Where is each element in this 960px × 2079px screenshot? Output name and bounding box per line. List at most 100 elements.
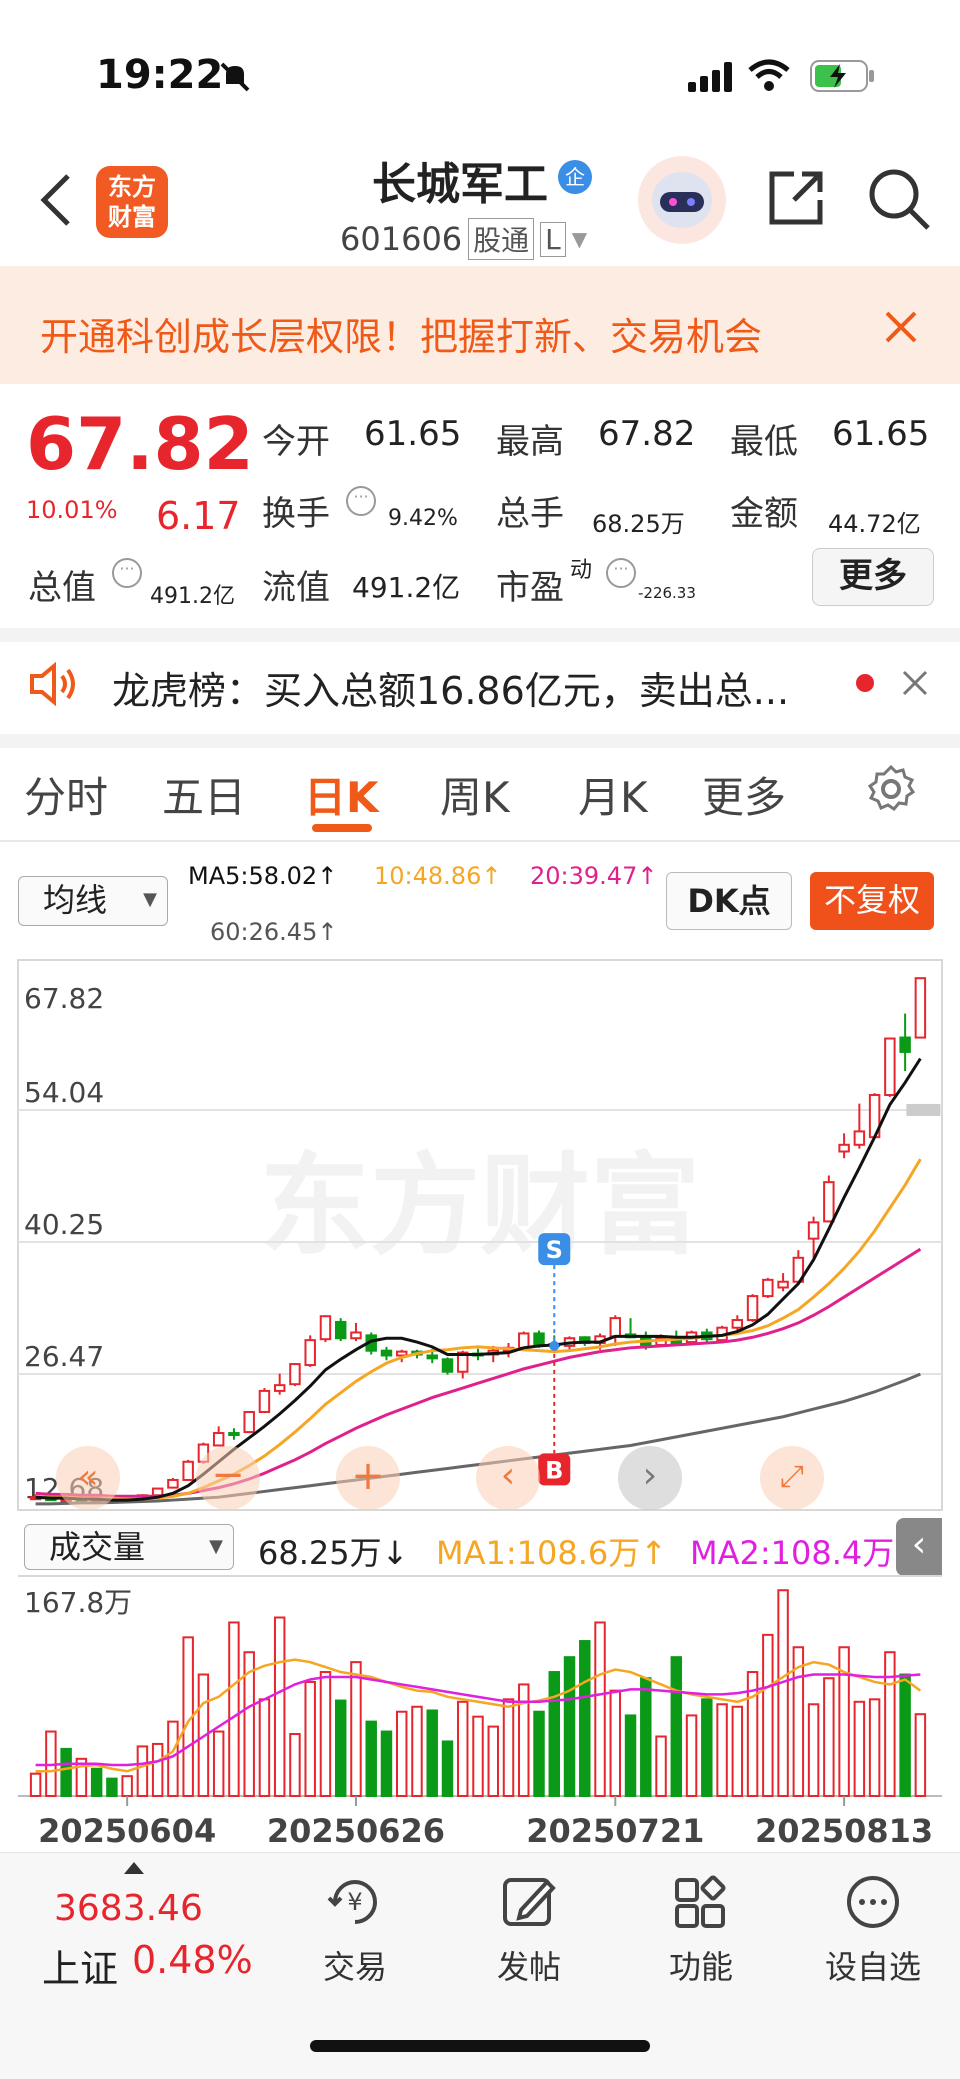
turnover-label: 换手: [262, 494, 330, 534]
more-quote-button[interactable]: 更多: [812, 548, 934, 606]
candle-body: [838, 1143, 850, 1153]
candle-body: [212, 1432, 225, 1447]
tab-weekly-k[interactable]: 周K: [440, 764, 510, 825]
zoom-out-button[interactable]: −: [196, 1446, 260, 1510]
turnover-info-icon[interactable]: ···: [346, 486, 376, 516]
index-up-arrow: [124, 1862, 144, 1874]
high-label: 最高: [496, 422, 564, 462]
volume-bar: [289, 1733, 301, 1797]
candle-body: [609, 1317, 622, 1338]
share-icon[interactable]: [764, 166, 828, 234]
tab-monthly-k[interactable]: 月K: [578, 764, 648, 825]
volume-bar: [29, 1772, 42, 1798]
volume-bar: [640, 1677, 652, 1797]
candle-body: [807, 1221, 820, 1240]
grid-icon: [675, 1875, 726, 1928]
zoom-in-button[interactable]: +: [336, 1446, 400, 1510]
dk-point-button[interactable]: DK点: [666, 872, 792, 930]
pe-info-icon[interactable]: ···: [606, 558, 636, 588]
candle-body: [273, 1384, 286, 1392]
ma5-legend: MA5:58.02↑: [188, 862, 338, 890]
indicator-select[interactable]: 均线 ▼: [18, 876, 168, 926]
nav-trade[interactable]: ¥ 交易: [290, 1872, 420, 1988]
tab-five-day[interactable]: 五日: [162, 764, 246, 825]
date-label: 20250813: [755, 1812, 933, 1850]
stock-code-line: 601606 股通 L ▼: [340, 218, 588, 260]
trade-icon: ¥: [327, 1880, 377, 1924]
app-logo[interactable]: 东方 财富: [96, 166, 168, 238]
volume-bar: [548, 1671, 560, 1797]
candle-body: [823, 1181, 835, 1223]
volume-bar: [380, 1730, 393, 1797]
nav-add-watchlist[interactable]: 设自选: [808, 1872, 938, 1988]
move-right-button[interactable]: ›: [618, 1446, 682, 1510]
fullscreen-button[interactable]: ⤢: [760, 1446, 824, 1510]
tab-intraday[interactable]: 分时: [24, 764, 108, 825]
market-cap-info-icon[interactable]: ···: [112, 558, 142, 588]
volume-bar: [304, 1680, 316, 1797]
stock-code: 601606: [340, 220, 463, 258]
volume-bar: [502, 1698, 515, 1797]
listing-tag: L: [540, 221, 566, 257]
open-value: 61.65: [364, 414, 462, 454]
volume-bar: [319, 1671, 332, 1797]
candle-body: [914, 977, 927, 1039]
close-banner-icon[interactable]: [884, 310, 918, 348]
index-value[interactable]: 3683.46: [54, 1888, 203, 1929]
nav-post[interactable]: 发帖: [464, 1872, 594, 1988]
enterprise-badge: 企: [558, 160, 592, 194]
collapse-panel-button[interactable]: ‹: [896, 1518, 942, 1576]
settings-gear-icon[interactable]: [866, 764, 916, 818]
mute-icon: [218, 60, 252, 98]
candle-body: [518, 1332, 530, 1349]
price-tick-label: 26.47: [24, 1340, 104, 1373]
low-value: 61.65: [832, 414, 930, 454]
pe-label: 市盈: [496, 568, 564, 608]
index-name[interactable]: 上证: [42, 1938, 118, 1993]
volume-bar: [807, 1703, 820, 1798]
volume-bar: [914, 1713, 927, 1798]
volume-bar: [563, 1656, 576, 1797]
close-notice-icon[interactable]: [902, 670, 928, 700]
unread-dot: [856, 674, 874, 692]
dragon-tiger-text[interactable]: 龙虎榜：买入总额16.86亿元，卖出总...: [112, 660, 789, 715]
volume-bar: [899, 1673, 911, 1797]
turnover-value: 9.42%: [388, 506, 458, 531]
candlestick-chart[interactable]: 东方财富67.8254.0440.2526.4712.68SB: [0, 956, 960, 1516]
watermark: 东方财富: [260, 1142, 700, 1270]
volume-bar: [685, 1714, 698, 1797]
amount-label: 金额: [730, 494, 798, 534]
float-cap-label: 流值: [262, 568, 330, 608]
no-adjust-button[interactable]: 不复权: [810, 872, 934, 930]
candle-body: [884, 1037, 896, 1097]
connect-tag: 股通: [468, 218, 535, 260]
volume-indicator-select[interactable]: 成交量 ▼: [24, 1524, 234, 1570]
back-button[interactable]: [36, 170, 76, 234]
low-label: 最低: [730, 422, 798, 462]
volume-value: 68.25万: [592, 510, 685, 538]
volume-bar: [533, 1710, 545, 1798]
candle-body: [533, 1332, 545, 1345]
volume-chart[interactable]: 167.8万 20250604 20250626 20250721 20250813: [0, 1574, 960, 1852]
tab-daily-k[interactable]: 日K: [304, 764, 379, 825]
battery-icon: [810, 60, 876, 96]
candle-body: [899, 1036, 911, 1053]
scroll-to-start-button[interactable]: «: [56, 1446, 120, 1510]
index-change[interactable]: 0.48%: [132, 1938, 253, 1982]
candle-body: [167, 1478, 179, 1489]
robot-assistant-icon[interactable]: [636, 154, 728, 250]
volume-bar: [90, 1767, 103, 1798]
change-amount: 6.17: [156, 494, 241, 538]
nav-functions[interactable]: 功能: [636, 1872, 766, 1988]
search-icon[interactable]: [866, 166, 932, 236]
volume-bar: [258, 1698, 271, 1797]
volume-bar: [365, 1720, 377, 1797]
price-tick-label: 67.82: [24, 982, 104, 1015]
wifi-icon: [748, 58, 790, 96]
tab-more[interactable]: 更多: [702, 764, 786, 825]
more-dots-icon: [847, 1876, 899, 1928]
amount-value: 44.72亿: [828, 510, 921, 538]
move-left-button[interactable]: ‹: [476, 1446, 540, 1510]
divider: [0, 734, 960, 748]
candle-body: [350, 1331, 362, 1340]
